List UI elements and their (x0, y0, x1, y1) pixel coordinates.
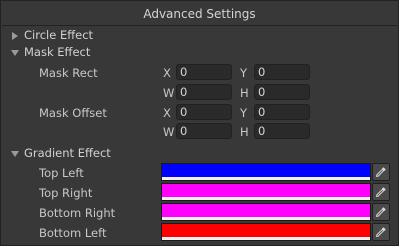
mask-effect-label: Mask Effect (24, 45, 91, 59)
gradient-effect-label: Gradient Effect (24, 146, 111, 160)
top-right-color-field[interactable] (161, 183, 371, 201)
gradient-effect-foldout[interactable]: Gradient Effect (1, 145, 398, 163)
header-divider (2, 25, 397, 26)
mask-offset-w-label: W (163, 125, 175, 139)
mask-rect-h-field[interactable]: 0 (254, 84, 310, 100)
triangle-right-icon (12, 32, 18, 40)
mask-offset-h-field[interactable]: 0 (254, 123, 310, 139)
top-left-eyedropper-button[interactable] (372, 163, 390, 181)
mask-rect-h-label: H (240, 86, 249, 100)
mask-offset-x-label: X (163, 106, 171, 120)
triangle-down-icon (11, 50, 19, 56)
circle-effect-foldout[interactable]: Circle Effect (1, 27, 398, 45)
top-right-label: Top Right (39, 186, 93, 200)
mask-rect-x-field[interactable]: 0 (176, 64, 232, 80)
bottom-left-color-swatch (162, 224, 370, 238)
bottom-right-color-swatch (162, 204, 370, 218)
alpha-bar (162, 177, 370, 180)
mask-offset-label: Mask Offset (39, 106, 107, 120)
top-right-color-swatch (162, 184, 370, 198)
bottom-left-eyedropper-button[interactable] (372, 223, 390, 241)
mask-rect-x-label: X (163, 66, 171, 80)
alpha-bar (162, 217, 370, 220)
top-left-color-swatch (162, 164, 370, 178)
bottom-right-label: Bottom Right (39, 206, 116, 220)
mask-rect-y-field[interactable]: 0 (254, 64, 310, 80)
alpha-bar (162, 237, 370, 240)
mask-offset-h-label: H (240, 125, 249, 139)
mask-offset-y-label: Y (240, 106, 248, 120)
top-left-color-field[interactable] (161, 163, 371, 181)
eyedropper-icon (375, 167, 386, 178)
bottom-left-color-field[interactable] (161, 223, 371, 241)
triangle-down-icon (11, 151, 19, 157)
eyedropper-icon (375, 187, 386, 198)
panel-title: Advanced Settings (143, 7, 256, 21)
mask-rect-label: Mask Rect (39, 66, 98, 80)
top-left-label: Top Left (39, 166, 84, 180)
bottom-right-eyedropper-button[interactable] (372, 203, 390, 221)
top-right-eyedropper-button[interactable] (372, 183, 390, 201)
bottom-left-label: Bottom Left (39, 226, 107, 240)
mask-effect-foldout[interactable]: Mask Effect (1, 44, 398, 62)
mask-offset-w-field[interactable]: 0 (176, 123, 232, 139)
mask-rect-w-field[interactable]: 0 (176, 84, 232, 100)
alpha-bar (162, 197, 370, 200)
mask-offset-x-field[interactable]: 0 (176, 104, 232, 120)
bottom-right-color-field[interactable] (161, 203, 371, 221)
circle-effect-label: Circle Effect (24, 28, 94, 42)
mask-rect-y-label: Y (240, 66, 248, 80)
advanced-settings-panel: Advanced Settings Circle Effect Mask Eff… (0, 0, 399, 246)
eyedropper-icon (375, 207, 386, 218)
mask-offset-y-field[interactable]: 0 (254, 104, 310, 120)
mask-rect-w-label: W (163, 86, 175, 100)
eyedropper-icon (375, 227, 386, 238)
